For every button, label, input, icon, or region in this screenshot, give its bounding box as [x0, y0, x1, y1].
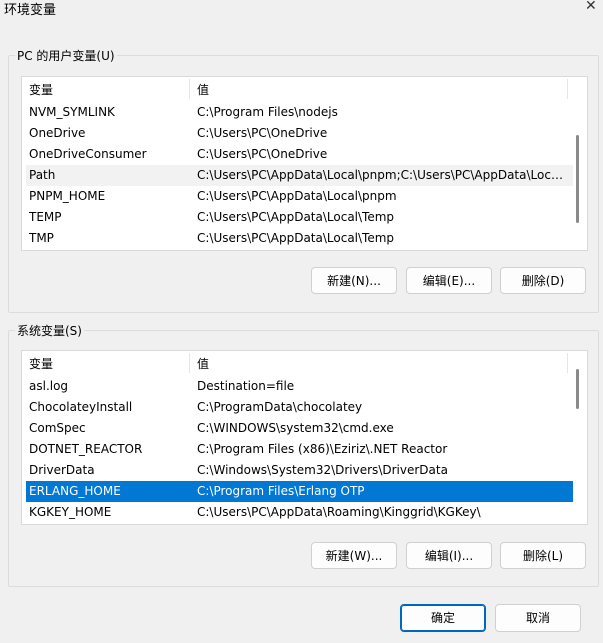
user-delete-button[interactable]: 删除(D): [500, 267, 586, 294]
column-separator[interactable]: [567, 79, 568, 99]
variable-name: OneDriveConsumer: [29, 147, 147, 161]
column-header-value[interactable]: 值: [197, 355, 209, 372]
variable-value: C:\WINDOWS\system32\cmd.exe: [197, 421, 394, 435]
system-new-button[interactable]: 新建(W)...: [311, 542, 397, 569]
variable-name: KGKEY_HOME: [29, 505, 112, 519]
variable-name: TEMP: [29, 210, 62, 224]
variable-value: C:\ProgramData\chocolatey: [197, 400, 363, 414]
variable-name: DriverData: [29, 463, 95, 477]
list-header: 变量 值: [22, 77, 587, 101]
variable-value: C:\Program Files\nodejs: [197, 105, 338, 119]
variable-name: ERLANG_HOME: [29, 484, 121, 498]
list-item[interactable]: asl.log Destination=file: [26, 376, 573, 397]
variable-name: PNPM_HOME: [29, 189, 106, 203]
variable-value: C:\Users\PC\OneDrive: [197, 126, 328, 140]
list-item[interactable]: PNPM_HOME C:\Users\PC\AppData\Local\pnpm: [26, 186, 573, 207]
column-header-value[interactable]: 值: [197, 81, 209, 98]
variable-name: ComSpec: [29, 421, 86, 435]
variable-value: C:\Windows\System32\Drivers\DriverData: [197, 463, 448, 477]
list-item[interactable]: ChocolateyInstall C:\ProgramData\chocola…: [26, 397, 573, 418]
list-item[interactable]: KGKEY_HOME C:\Users\PC\AppData\Roaming\K…: [26, 502, 573, 523]
variable-name: DOTNET_REACTOR: [29, 442, 143, 456]
variable-value: C:\Users\PC\OneDrive: [197, 147, 328, 161]
system-delete-button[interactable]: 删除(L): [500, 542, 586, 569]
list-item[interactable]: DriverData C:\Windows\System32\Drivers\D…: [26, 460, 573, 481]
variable-value: C:\Users\PC\AppData\Local\pnpm: [197, 189, 397, 203]
vertical-scrollbar-thumb[interactable]: [576, 369, 579, 409]
list-item[interactable]: DOTNET_REACTOR C:\Program Files (x86)\Ez…: [26, 439, 573, 460]
system-variables-title: 系统变量(S): [17, 324, 82, 338]
variable-value: C:\Program Files\Erlang OTP: [197, 484, 365, 498]
column-header-variable[interactable]: 变量: [29, 355, 53, 372]
variable-value: C:\Users\PC\AppData\Roaming\Kinggrid\KGK…: [197, 505, 481, 519]
variable-value: C:\Program Files (x86)\Eziriz\.NET React…: [197, 442, 448, 456]
variable-name: NVM_SYMLINK: [29, 105, 115, 119]
user-variables-title: PC 的用户变量(U): [17, 49, 115, 63]
cancel-button[interactable]: 取消: [495, 604, 581, 632]
list-item[interactable]: OneDrive C:\Users\PC\OneDrive: [26, 123, 573, 144]
system-edit-button[interactable]: 编辑(I)...: [406, 542, 492, 569]
user-new-button[interactable]: 新建(N)...: [311, 267, 397, 294]
column-header-variable[interactable]: 变量: [29, 81, 53, 98]
vertical-scrollbar-thumb[interactable]: [576, 135, 579, 223]
variable-name: OneDrive: [29, 126, 86, 140]
variable-value: Destination=file: [197, 379, 295, 393]
list-item[interactable]: TMP C:\Users\PC\AppData\Local\Temp: [26, 228, 573, 249]
list-item[interactable]: Path C:\Users\PC\AppData\Local\pnpm;C:\U…: [26, 165, 573, 186]
list-item[interactable]: OneDriveConsumer C:\Users\PC\OneDrive: [26, 144, 573, 165]
column-separator[interactable]: [189, 353, 190, 373]
variable-name: Path: [29, 168, 56, 182]
variable-name: TMP: [29, 231, 54, 245]
ok-button[interactable]: 确定: [400, 604, 486, 632]
variable-value: C:\Users\PC\AppData\Local\pnpm;C:\Users\…: [197, 168, 567, 182]
close-icon[interactable]: ✕: [585, 0, 597, 14]
column-separator[interactable]: [567, 353, 568, 373]
list-item[interactable]: TEMP C:\Users\PC\AppData\Local\Temp: [26, 207, 573, 228]
system-variables-list[interactable]: 变量 值 asl.log Destination=file Chocolatey…: [21, 350, 588, 525]
column-separator[interactable]: [189, 79, 190, 99]
variable-value: C:\Users\PC\AppData\Local\Temp: [197, 210, 395, 224]
list-header: 变量 值: [22, 351, 587, 375]
variable-value: C:\Users\PC\AppData\Local\Temp: [197, 231, 395, 245]
list-item-selected[interactable]: ERLANG_HOME C:\Program Files\Erlang OTP: [26, 481, 573, 502]
list-item[interactable]: NVM_SYMLINK C:\Program Files\nodejs: [26, 102, 573, 123]
user-edit-button[interactable]: 编辑(E)...: [406, 267, 492, 294]
user-variables-list[interactable]: 变量 值 NVM_SYMLINK C:\Program Files\nodejs…: [21, 76, 588, 251]
window-title: 环境变量: [4, 3, 57, 18]
variable-name: ChocolateyInstall: [29, 400, 133, 414]
variable-name: asl.log: [29, 379, 69, 393]
list-item[interactable]: ComSpec C:\WINDOWS\system32\cmd.exe: [26, 418, 573, 439]
